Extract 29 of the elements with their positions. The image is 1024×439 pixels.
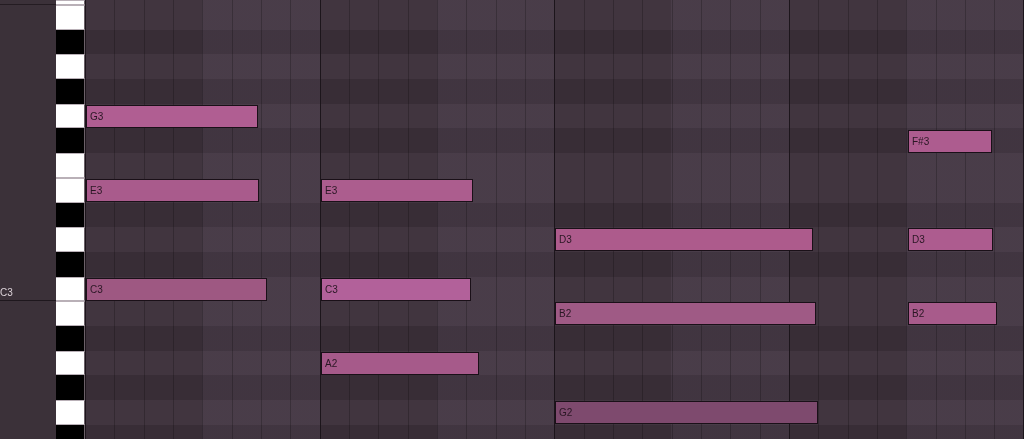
note-grid[interactable]: G3 E3 C3 E3 C3 A2 D3 B2 G2 F#3 D3 B2 (85, 0, 1024, 439)
midi-note[interactable]: B2 (555, 302, 816, 326)
piano-key[interactable] (56, 276, 85, 302)
piano-key[interactable] (56, 103, 85, 129)
midi-note[interactable]: D3 (908, 228, 993, 252)
midi-note[interactable]: G2 (555, 401, 818, 425)
midi-note[interactable]: D3 (555, 228, 813, 252)
midi-note[interactable]: B2 (908, 302, 997, 326)
piano-key[interactable] (56, 153, 85, 178)
piano-key[interactable] (56, 29, 85, 55)
piano-key[interactable] (56, 128, 85, 154)
midi-note[interactable]: F#3 (908, 129, 992, 153)
piano-key[interactable] (56, 5, 85, 30)
piano-key[interactable] (56, 251, 85, 277)
midi-note[interactable]: E3 (86, 178, 259, 202)
midi-note[interactable]: C3 (86, 277, 267, 301)
piano-key[interactable] (56, 301, 85, 326)
midi-note[interactable]: A2 (321, 351, 479, 375)
piano-key[interactable] (56, 350, 85, 376)
piano-key[interactable] (56, 325, 85, 351)
piano-key[interactable] (56, 400, 85, 425)
piano-key[interactable] (56, 227, 85, 252)
piano-key[interactable] (56, 202, 85, 228)
midi-note[interactable]: C3 (321, 277, 471, 301)
midi-note[interactable]: G3 (86, 104, 258, 128)
octave-label: C3 (0, 287, 13, 301)
midi-note[interactable]: E3 (321, 178, 473, 202)
piano-key[interactable] (56, 177, 85, 203)
piano-key[interactable] (56, 54, 85, 80)
